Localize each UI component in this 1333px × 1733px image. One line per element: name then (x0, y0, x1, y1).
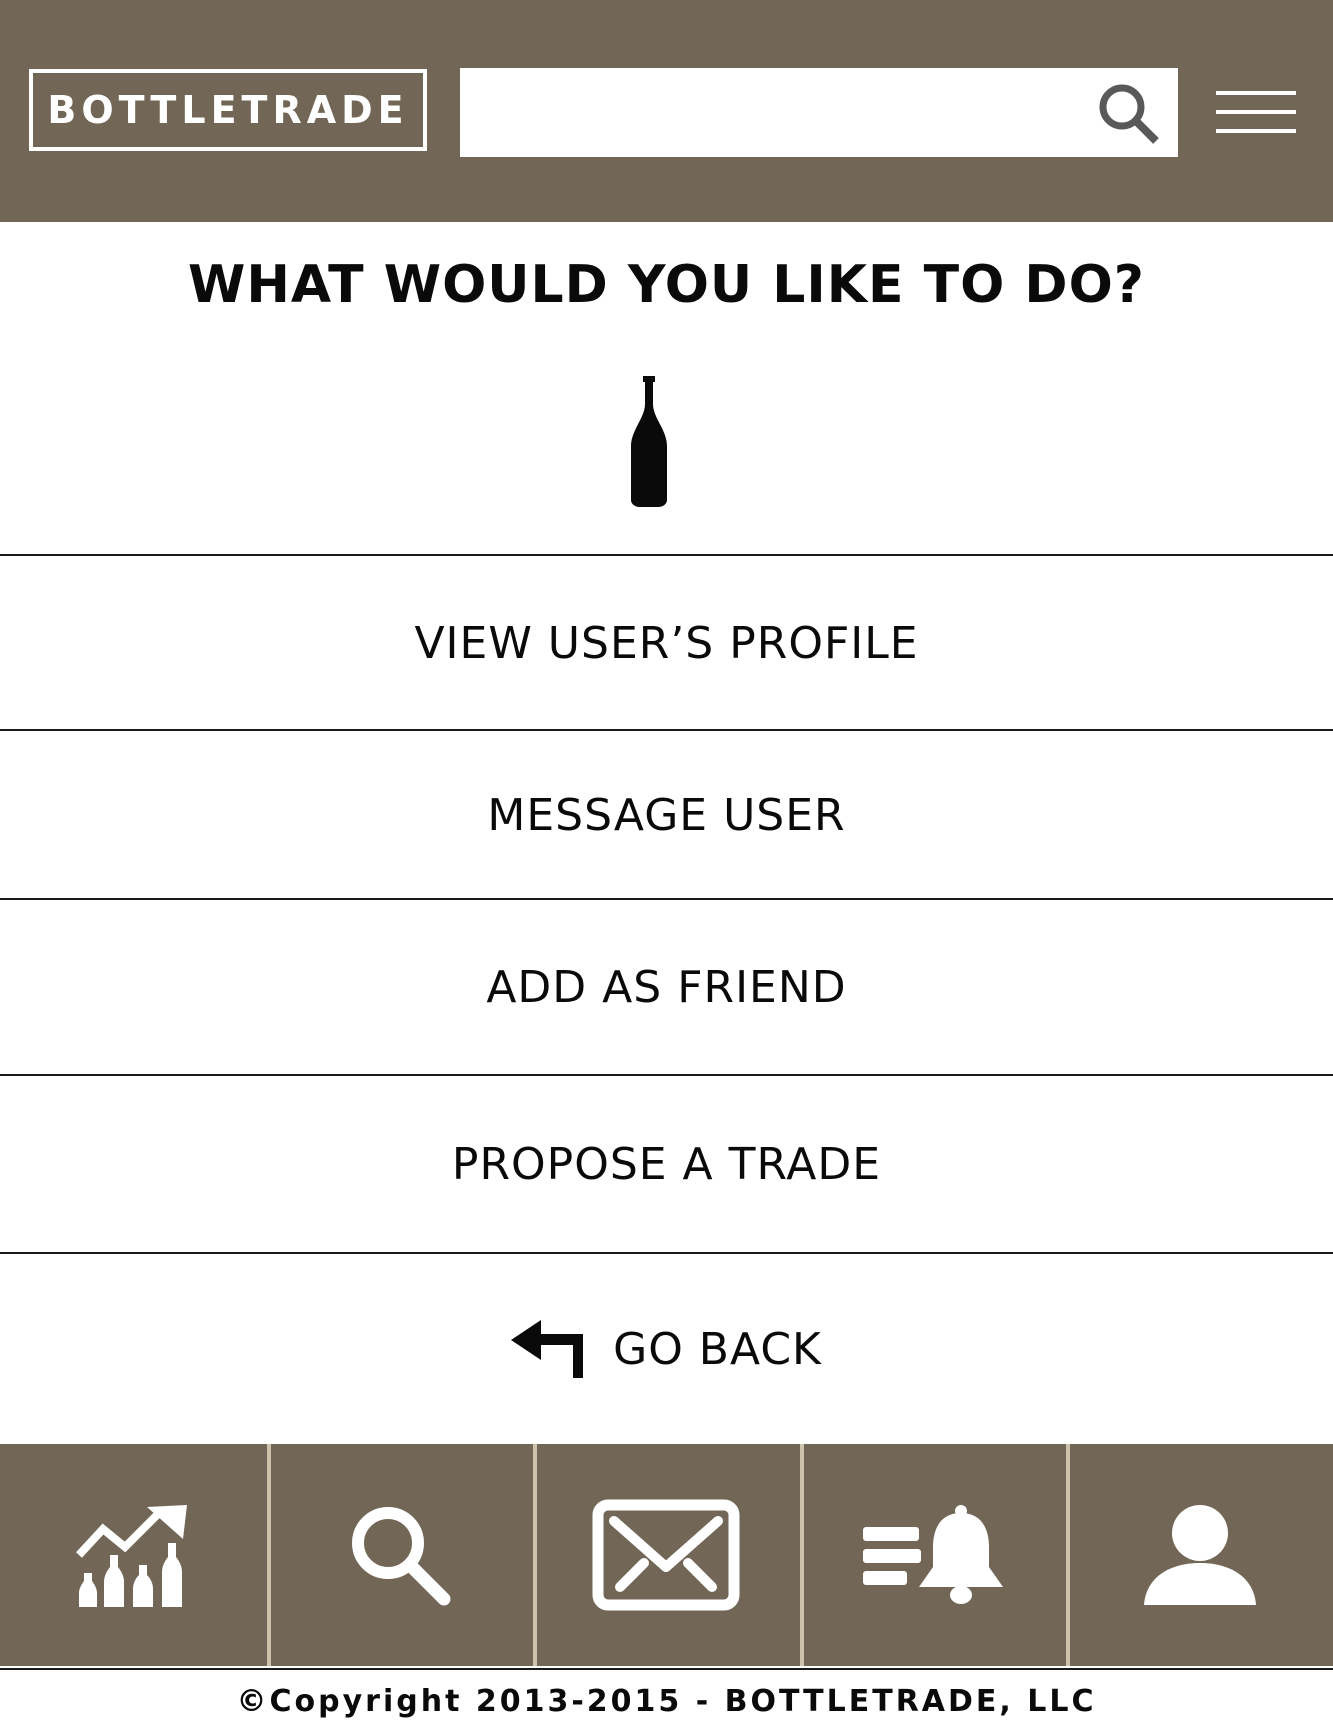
add-friend-button[interactable]: ADD AS FRIEND (0, 900, 1333, 1075)
add-friend-label: ADD AS FRIEND (486, 962, 847, 1013)
search-icon (351, 1507, 451, 1606)
tab-messages[interactable] (533, 1444, 800, 1666)
search-bar (460, 68, 1178, 157)
tab-profile[interactable] (1066, 1444, 1333, 1666)
view-profile-label: VIEW USER’S PROFILE (414, 617, 919, 669)
tab-notifications[interactable] (799, 1444, 1067, 1666)
hamburger-menu-icon[interactable] (1216, 90, 1296, 134)
search-input[interactable] (460, 68, 1080, 157)
propose-trade-label: PROPOSE A TRADE (451, 1139, 882, 1190)
top-header: BOTTLETRADE (0, 0, 1333, 222)
message-user-button[interactable]: MESSAGE USER (0, 731, 1333, 899)
back-arrow-icon (511, 1320, 584, 1378)
tab-market-trends[interactable] (0, 1444, 267, 1666)
message-user-label: MESSAGE USER (487, 789, 846, 841)
profile-icon (1143, 1505, 1256, 1605)
search-icon[interactable] (1094, 79, 1164, 149)
go-back-label: GO BACK (613, 1323, 822, 1375)
page-title: WHAT WOULD YOU LIKE TO DO? (188, 255, 1145, 315)
copyright-footer: ©Copyright 2013-2015 - BOTTLETRADE, LLC (0, 1668, 1333, 1733)
logo[interactable]: BOTTLETRADE (29, 69, 427, 151)
market-trends-icon (76, 1505, 188, 1607)
propose-trade-button[interactable]: PROPOSE A TRADE (0, 1076, 1333, 1253)
go-back-button[interactable]: GO BACK (0, 1254, 1333, 1444)
notifications-bell-icon (863, 1505, 1004, 1604)
bottle-icon (631, 376, 667, 507)
logo-text: BOTTLETRADE (47, 88, 409, 132)
tab-search[interactable] (266, 1444, 534, 1666)
bottom-tab-bar (0, 1444, 1333, 1666)
mail-icon (592, 1499, 740, 1611)
view-profile-button[interactable]: VIEW USER’S PROFILE (0, 556, 1333, 730)
